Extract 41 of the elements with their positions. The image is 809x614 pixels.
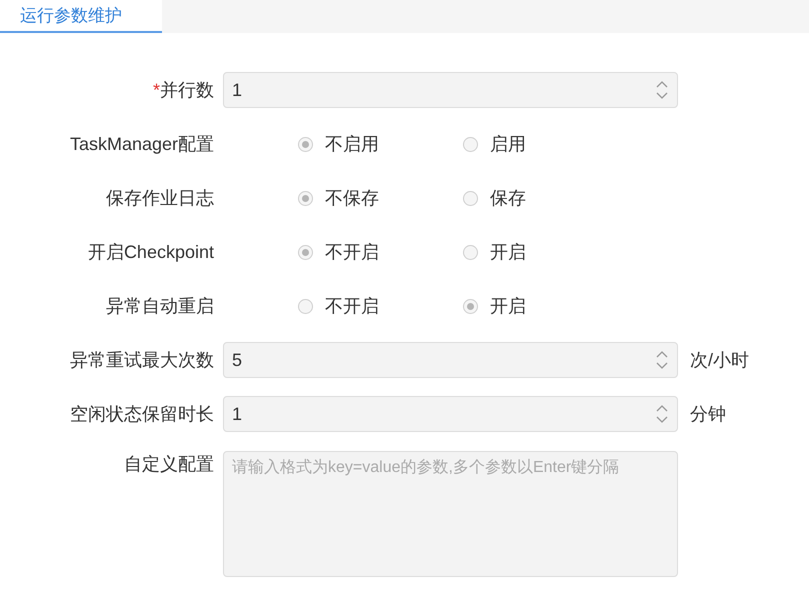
radio-button[interactable] — [463, 190, 478, 206]
field-value: 1 — [231, 402, 242, 426]
field-label: TaskManager配置 — [70, 132, 214, 156]
field-label: 异常重试最大次数 — [70, 348, 214, 372]
radio-label: 不保存 — [325, 186, 379, 210]
increment-icon[interactable] — [655, 350, 669, 359]
unit-label: 次/小时 — [690, 348, 750, 372]
field-value: 1 — [231, 78, 242, 102]
radio-button[interactable] — [463, 136, 478, 152]
decrement-icon[interactable] — [655, 361, 669, 370]
radio-label: 保存 — [490, 186, 526, 210]
field-label: 开启Checkpoint — [88, 240, 214, 264]
radio-button[interactable] — [463, 244, 478, 260]
field-label: 保存作业日志 — [106, 186, 214, 210]
radio-label: 开启 — [490, 240, 526, 264]
radio-label: 不开启 — [325, 294, 379, 318]
radio-label: 不开启 — [325, 240, 379, 264]
tab[interactable]: 运行参数维护 — [0, 0, 162, 33]
radio-button[interactable] — [298, 136, 313, 152]
field-value: 5 — [231, 348, 242, 372]
text-area[interactable]: 请输入格式为key=value的参数,多个参数以Enter键分隔 — [223, 451, 678, 577]
number-field[interactable]: 5 — [223, 342, 678, 378]
radio-label: 不启用 — [325, 132, 379, 156]
field-label: 空闲状态保留时长 — [70, 402, 214, 426]
decrement-icon[interactable] — [655, 91, 669, 100]
unit-label: 分钟 — [690, 402, 726, 426]
required-mark: * — [152, 78, 160, 102]
radio-button[interactable] — [298, 190, 313, 206]
field-label: 自定义配置 — [124, 453, 214, 476]
decrement-icon[interactable] — [655, 415, 669, 424]
radio-button[interactable] — [463, 298, 478, 314]
radio-label: 启用 — [490, 132, 526, 156]
increment-icon[interactable] — [655, 404, 669, 413]
field-label: 并行数 — [160, 78, 214, 102]
radio-label: 开启 — [490, 294, 526, 318]
increment-icon[interactable] — [655, 80, 669, 89]
radio-button[interactable] — [298, 298, 313, 314]
number-field[interactable]: 1 — [223, 396, 678, 432]
number-field[interactable]: 1 — [223, 72, 678, 108]
radio-button[interactable] — [298, 244, 313, 260]
field-label: 异常自动重启 — [106, 294, 214, 318]
